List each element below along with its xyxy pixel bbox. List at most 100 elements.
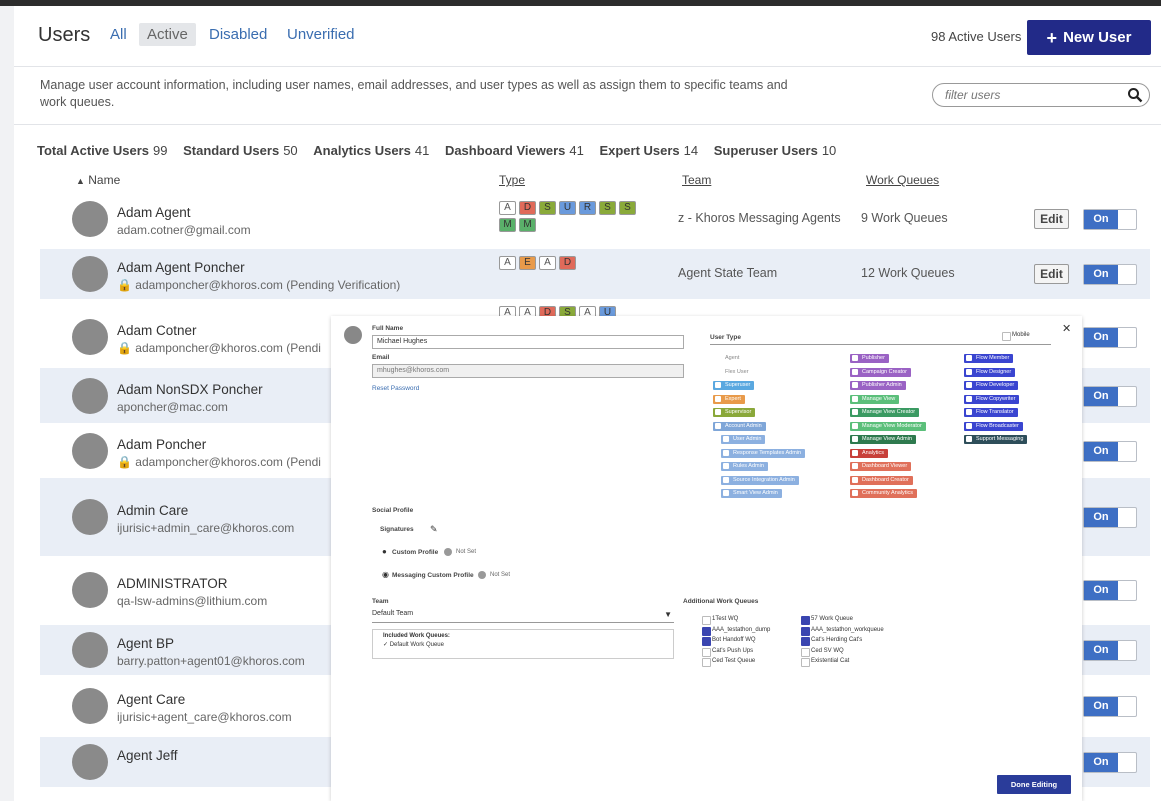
status-toggle[interactable]: On (1083, 385, 1137, 407)
work-queues-count[interactable]: 9 Work Queues (861, 211, 948, 225)
user-email-text: ijurisic+agent_care@khoros.com (117, 710, 292, 724)
table-row[interactable]: Adam Agent Poncher 🔒 adamponcher@khoros.c… (40, 249, 1150, 299)
user-type-option[interactable]: Campaign Creator (850, 367, 911, 377)
work-queue-checkbox[interactable]: 57 Work Queue (801, 616, 853, 625)
user-type-badge: S (599, 201, 616, 215)
column-name-header[interactable]: ▲ Name (76, 173, 120, 187)
user-type-option[interactable]: Flow Developer (964, 381, 1019, 390)
user-type-option[interactable]: Publisher Admin (850, 381, 906, 390)
messaging-icon: ◉ (382, 570, 389, 579)
full-name-field[interactable]: Michael Hughes (372, 335, 684, 349)
user-type-option[interactable]: Flow Member (964, 354, 1014, 363)
mobile-checkbox[interactable]: Mobile (1002, 332, 1030, 341)
pencil-icon[interactable]: ✎ (430, 524, 438, 535)
user-type-option[interactable]: Dashboard Viewer (850, 462, 912, 471)
included-work-queues: Included Work Queues: ✓ Default Work Que… (372, 629, 674, 659)
status-toggle[interactable]: On (1083, 580, 1137, 601)
user-type-option[interactable]: Flow Copywriter (964, 394, 1020, 404)
status-toggle[interactable]: On (1083, 752, 1137, 773)
included-item: ✓ Default Work Queue (383, 641, 663, 648)
user-type-option[interactable]: Manage View (850, 394, 900, 404)
column-type-header[interactable]: Type (499, 173, 525, 187)
email-label: Email (372, 354, 390, 361)
user-type-option[interactable]: Manage View Creator (850, 408, 920, 417)
status-toggle[interactable]: On (1083, 326, 1137, 348)
user-name[interactable]: ADMINISTRATOR (117, 576, 228, 591)
user-name[interactable]: Adam Cotner (117, 323, 197, 338)
work-queue-checkbox[interactable]: Ced SV WQ (801, 647, 844, 657)
user-type-option[interactable]: Manage View Moderator (850, 421, 926, 431)
user-type-option[interactable]: Community Analytics (850, 489, 918, 498)
tab-active[interactable]: Active (139, 23, 196, 46)
new-user-button[interactable]: + New User (1027, 20, 1151, 55)
column-team-header[interactable]: Team (682, 173, 711, 187)
user-type-option[interactable]: Expert (713, 394, 745, 404)
edit-button[interactable]: Edit (1034, 264, 1069, 284)
email-field[interactable]: mhughes@khoros.com (372, 364, 684, 378)
work-queue-checkbox[interactable]: AAA_testathon_workqueue (801, 626, 884, 636)
user-type-option[interactable]: Superuser (713, 381, 755, 390)
user-type-option[interactable]: Flow Broadcaster (964, 421, 1023, 431)
new-user-label: New User (1063, 29, 1132, 46)
reset-password-link[interactable]: Reset Password (372, 385, 419, 392)
work-queue-checkbox[interactable]: AAA_testathon_dump (702, 626, 770, 636)
user-type-badge: S (539, 201, 556, 215)
filter-input[interactable] (945, 87, 1125, 103)
user-name[interactable]: Adam Agent (117, 205, 191, 220)
user-type-option[interactable]: Smart View Admin (721, 489, 782, 498)
user-type-option[interactable]: Agent (713, 354, 744, 363)
team-select[interactable]: Default Team ▼ (372, 610, 674, 623)
status-toggle[interactable]: On (1083, 209, 1137, 230)
messaging-custom-profile-label: Messaging Custom Profile (392, 572, 474, 579)
work-queue-checkbox[interactable]: Bot Handoff WQ (702, 637, 756, 646)
user-type-option[interactable]: Flex User (713, 367, 753, 377)
user-type-option[interactable]: Flow Translator (964, 408, 1018, 417)
work-queue-checkbox[interactable]: Cat's Herding Cat's (801, 637, 862, 646)
user-type-badge: A (499, 256, 516, 270)
user-name[interactable]: Adam NonSDX Poncher (117, 382, 263, 397)
user-type-option[interactable]: Rules Admin (721, 462, 768, 471)
avatar (72, 256, 108, 292)
status-toggle[interactable]: On (1083, 264, 1137, 285)
user-email: adam.cotner@gmail.com (117, 223, 251, 237)
user-type-option[interactable]: Publisher (850, 354, 889, 363)
user-type-option[interactable]: Account Admin (713, 421, 766, 431)
work-queues-count[interactable]: 12 Work Queues (861, 266, 955, 280)
work-queue-checkbox[interactable]: Cat's Push Ups (702, 647, 753, 657)
user-type-option[interactable]: User Admin (721, 435, 766, 444)
sort-up-icon: ▲ (76, 176, 85, 186)
tab-all[interactable]: All (102, 23, 135, 46)
filter-box[interactable] (932, 83, 1150, 107)
work-queue-checkbox[interactable]: Existential Cat (801, 658, 849, 667)
tab-disabled[interactable]: Disabled (201, 23, 275, 46)
user-type-option[interactable]: Flow Designer (964, 367, 1016, 377)
user-name[interactable]: Adam Poncher (117, 437, 206, 452)
edit-button[interactable]: Edit (1034, 209, 1069, 229)
table-row[interactable]: Adam Agent adam.cotner@gmail.com A D S U R S S M M… (40, 194, 1150, 244)
status-toggle[interactable]: On (1083, 507, 1137, 528)
toggle-on-label: On (1084, 581, 1118, 600)
user-type-option[interactable]: Response Templates Admin (721, 448, 806, 458)
user-type-option[interactable]: Manage View Admin (850, 435, 917, 444)
search-icon[interactable] (1127, 87, 1143, 103)
done-editing-button[interactable]: Done Editing (997, 775, 1071, 794)
work-queue-checkbox[interactable]: 1Test WQ (702, 616, 738, 625)
user-type-option[interactable]: Supervisor (713, 408, 756, 417)
column-work-queues-header[interactable]: Work Queues (866, 173, 939, 187)
user-name[interactable]: Agent BP (117, 636, 174, 651)
tab-unverified[interactable]: Unverified (279, 23, 363, 46)
work-queue-checkbox[interactable]: Ced Test Queue (702, 658, 755, 667)
user-name[interactable]: Agent Care (117, 692, 185, 707)
user-type-option[interactable]: Support Messaging (964, 435, 1028, 444)
user-type-option[interactable]: Dashboard Creator (850, 475, 913, 485)
user-type-option[interactable]: Analytics (850, 448, 889, 458)
close-icon[interactable]: ✕ (1062, 322, 1071, 335)
status-toggle[interactable]: On (1083, 440, 1137, 462)
user-name[interactable]: Admin Care (117, 503, 188, 518)
user-type-option[interactable]: Source Integration Admin (721, 475, 799, 485)
status-toggle[interactable]: On (1083, 640, 1137, 661)
twitter-icon: ● (382, 547, 387, 556)
status-toggle[interactable]: On (1083, 696, 1137, 717)
user-name[interactable]: Agent Jeff (117, 748, 178, 763)
user-name[interactable]: Adam Agent Poncher (117, 260, 245, 275)
